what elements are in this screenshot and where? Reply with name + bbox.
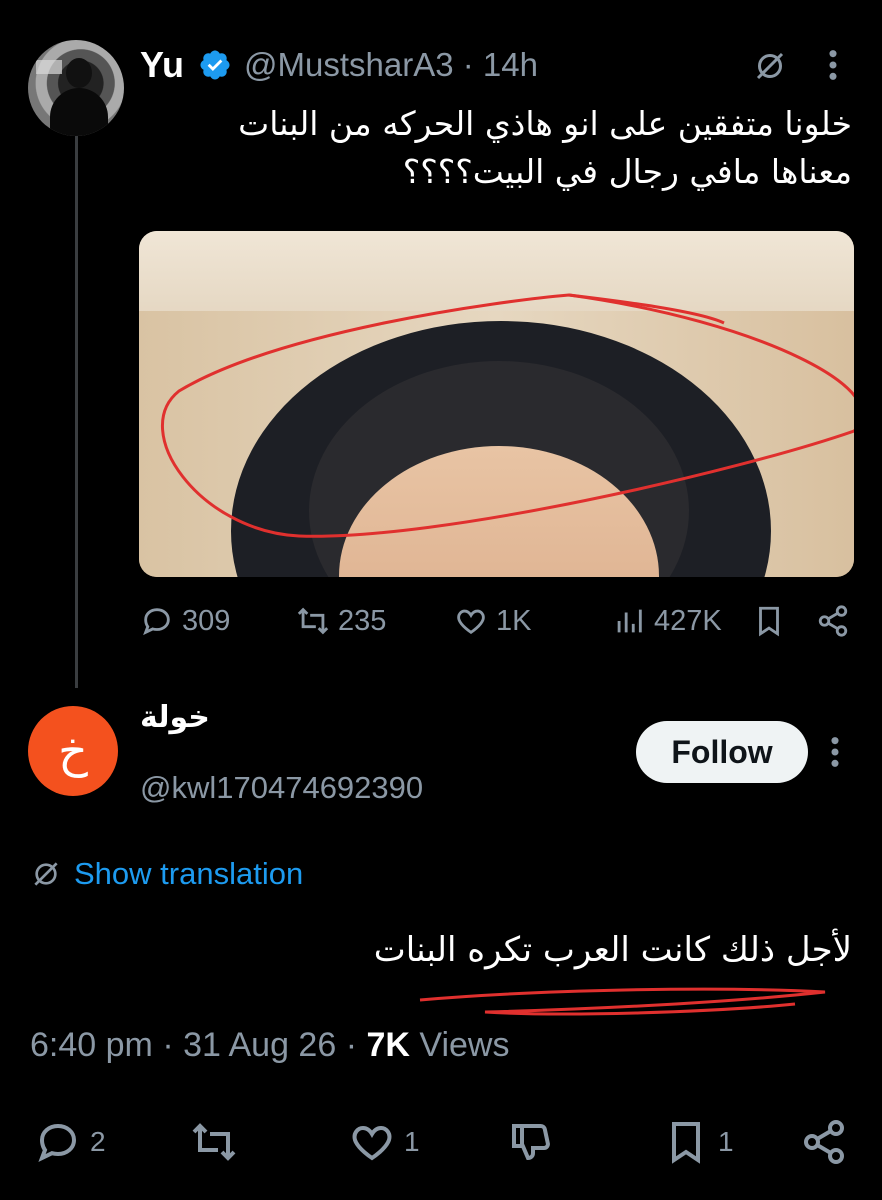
repost-icon xyxy=(192,1123,236,1161)
verified-badge-icon xyxy=(200,50,230,80)
share-icon xyxy=(804,1120,844,1164)
author-name[interactable]: Yu xyxy=(140,44,184,86)
tweet-text: خلونا متفقين على انو هاذي الحركه من البن… xyxy=(238,104,852,191)
translate-slash-icon[interactable] xyxy=(752,48,788,84)
dislike-button[interactable] xyxy=(508,1118,556,1166)
views-count: 7K xyxy=(366,1026,410,1064)
reply-avatar[interactable]: خ xyxy=(28,706,118,796)
share-button[interactable] xyxy=(800,1118,848,1166)
thread-line xyxy=(75,128,78,688)
reply-icon xyxy=(143,608,170,636)
reply-text: لأجل ذلك كانت العرب تكره البنات xyxy=(373,930,852,970)
red-underline-annotation xyxy=(419,987,826,1016)
tweet-date[interactable]: 31 Aug 26 xyxy=(183,1026,336,1064)
reply-icon xyxy=(38,1123,77,1162)
heart-icon xyxy=(352,1125,392,1161)
tweet-image[interactable] xyxy=(139,231,854,577)
reply-author-name[interactable]: خولة xyxy=(140,700,210,735)
bookmark-icon[interactable] xyxy=(752,604,786,638)
author-handle[interactable]: @MustsharA3 · 14h xyxy=(244,46,538,84)
repost-icon xyxy=(297,607,329,635)
translate-slash-icon xyxy=(34,862,58,886)
show-translation-link[interactable]: Show translation xyxy=(74,856,303,892)
bookmark-icon xyxy=(672,1122,700,1164)
view-count[interactable]: 427K xyxy=(612,604,722,638)
tweet-time[interactable]: 6:40 pm xyxy=(30,1026,153,1064)
more-options-icon[interactable] xyxy=(828,735,842,769)
bookmark-button[interactable]: 1 xyxy=(662,1118,734,1166)
thumbs-down-icon xyxy=(512,1124,550,1161)
avatar[interactable] xyxy=(28,40,124,136)
share-icon[interactable] xyxy=(816,604,850,638)
tweet-metadata: 6:40 pm · 31 Aug 26 · 7K Views xyxy=(30,1026,510,1064)
like-count[interactable]: 1K xyxy=(454,604,531,638)
views-label: Views xyxy=(419,1026,510,1064)
reply-author-handle[interactable]: @kwl170474692390 xyxy=(140,770,423,806)
views-chart-icon xyxy=(617,609,642,633)
show-translation[interactable]: Show translation xyxy=(30,856,303,892)
reply-count[interactable]: 309 xyxy=(140,604,230,638)
follow-button[interactable]: Follow xyxy=(636,721,808,783)
like-button[interactable]: 1 xyxy=(348,1118,420,1166)
repost-count[interactable]: 235 xyxy=(296,604,386,638)
heart-icon xyxy=(457,609,485,635)
reply-button[interactable]: 2 xyxy=(34,1118,106,1166)
more-options-icon[interactable] xyxy=(826,48,840,82)
repost-button[interactable] xyxy=(190,1118,238,1166)
